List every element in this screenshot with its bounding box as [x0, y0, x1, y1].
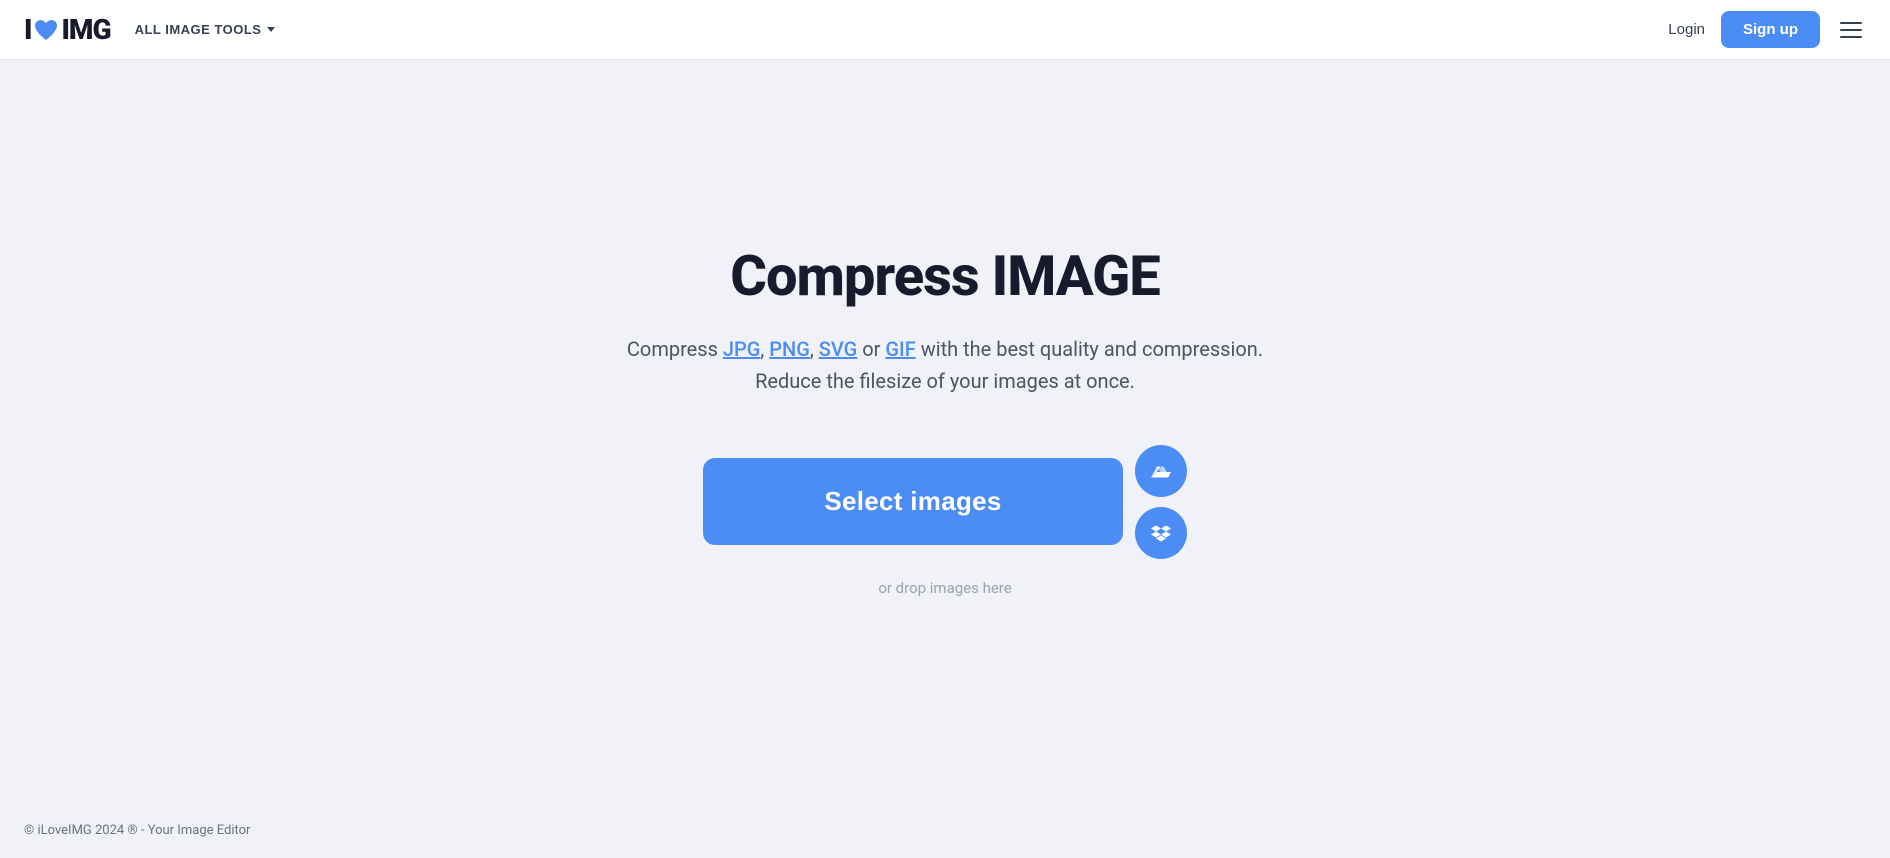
navbar: I IMG ALL IMAGE TOOLS Login Sign up: [0, 0, 1890, 60]
logo-heart-icon: [32, 16, 60, 44]
subtitle-line2: Reduce the filesize of your images at on…: [755, 369, 1135, 393]
select-images-button[interactable]: Select images: [703, 458, 1123, 545]
drop-text: or drop images here: [878, 579, 1011, 597]
footer: © iLoveIMG 2024 ® - Your Image Editor: [0, 799, 1890, 858]
navbar-left: I IMG ALL IMAGE TOOLS: [24, 13, 275, 46]
logo-i: I: [24, 13, 31, 46]
cloud-icons-container: [1135, 445, 1187, 559]
chevron-down-icon: [267, 27, 275, 32]
all-tools-button[interactable]: ALL IMAGE TOOLS: [135, 22, 276, 37]
footer-text: © iLoveIMG 2024 ® - Your Image Editor: [24, 823, 250, 838]
png-link[interactable]: PNG: [769, 337, 810, 361]
logo[interactable]: I IMG: [24, 13, 111, 46]
svg-link[interactable]: SVG: [819, 337, 858, 361]
subtitle-suffix: with the best quality and compression.: [921, 337, 1263, 361]
google-drive-icon: [1149, 459, 1173, 483]
menu-bar-middle: [1840, 29, 1862, 31]
logo-img: IMG: [61, 13, 110, 46]
page-subtitle: Compress JPG, PNG, SVG or GIF with the b…: [627, 333, 1263, 397]
dropbox-icon: [1149, 521, 1173, 545]
upload-area: Select images: [703, 445, 1187, 559]
jpg-link[interactable]: JPG: [723, 337, 761, 361]
main-content: Compress IMAGE Compress JPG, PNG, SVG or…: [0, 60, 1890, 799]
menu-bar-bottom: [1840, 36, 1862, 38]
subtitle-prefix: Compress: [627, 337, 723, 361]
navbar-right: Login Sign up: [1668, 11, 1866, 48]
login-button[interactable]: Login: [1668, 21, 1705, 38]
menu-button[interactable]: [1836, 18, 1866, 42]
menu-bar-top: [1840, 22, 1862, 24]
google-drive-button[interactable]: [1135, 445, 1187, 497]
gif-link[interactable]: GIF: [885, 337, 915, 361]
all-tools-label: ALL IMAGE TOOLS: [135, 22, 262, 37]
signup-button[interactable]: Sign up: [1721, 11, 1820, 48]
page-title: Compress IMAGE: [730, 243, 1159, 309]
dropbox-button[interactable]: [1135, 507, 1187, 559]
